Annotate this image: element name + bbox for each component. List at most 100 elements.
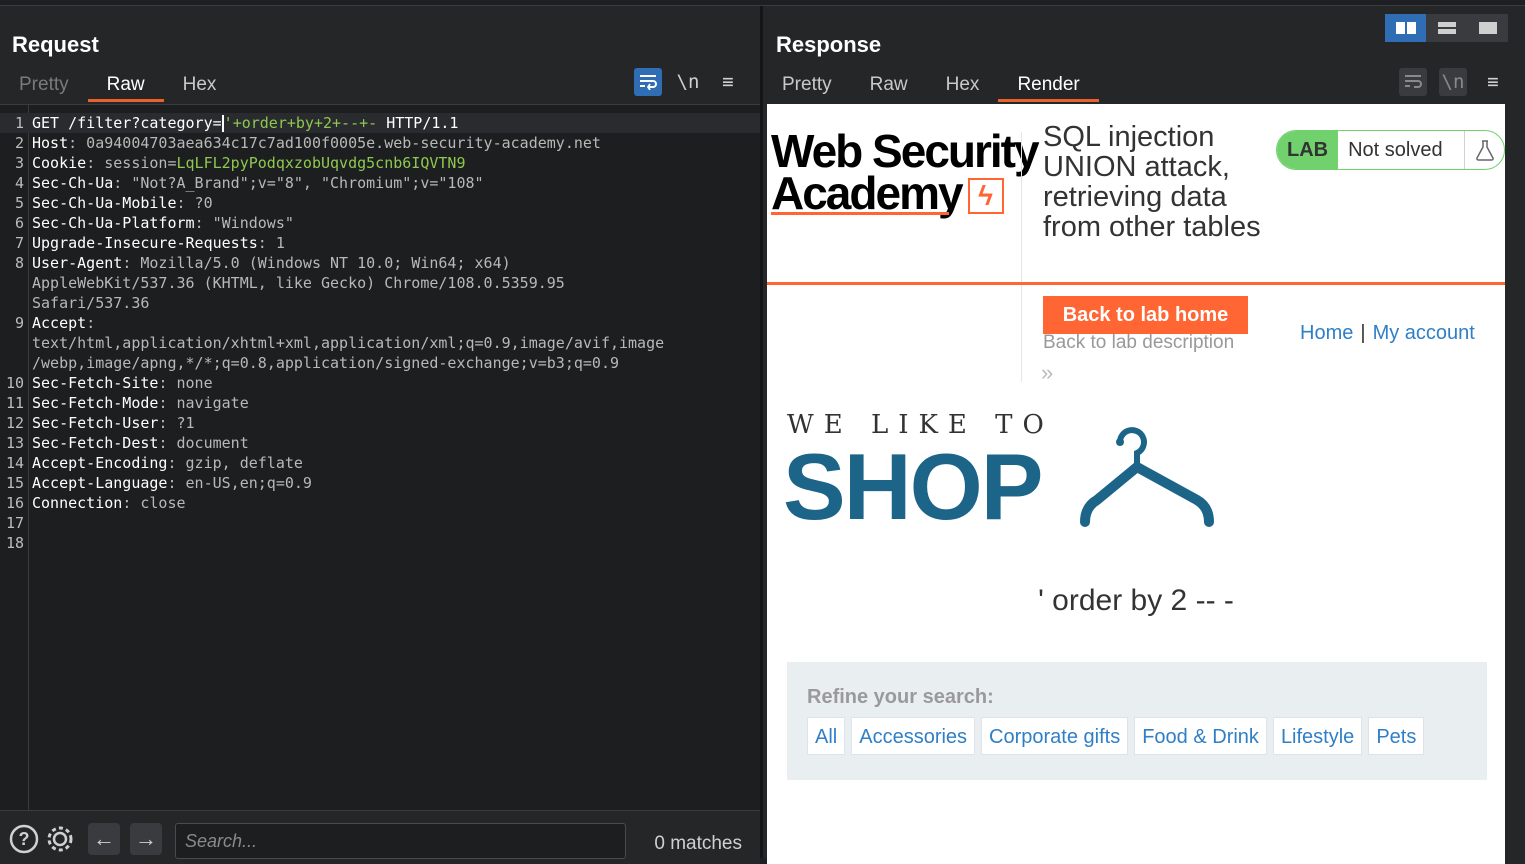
response-panel: Response Pretty Raw Hex Render \n ≡ Web …: [763, 6, 1525, 864]
request-line: 6 Sec-Ch-Ua-Platform: "Windows": [0, 213, 760, 233]
filter-lifestyle[interactable]: Lifestyle: [1272, 717, 1363, 755]
line-number: 13: [5, 434, 24, 452]
chevron-right-icon: »: [1041, 360, 1054, 385]
request-line: 8 User-Agent: Mozilla/5.0 (Windows NT 10.…: [0, 253, 760, 273]
lab-status-badge: LAB Not solved: [1276, 130, 1505, 170]
flask-icon: [1464, 131, 1504, 169]
line-number: 3: [14, 154, 24, 172]
header-value: : navigate: [158, 394, 249, 412]
refine-search-label: Refine your search:: [807, 686, 994, 708]
line-number: 14: [5, 454, 24, 472]
single-panel-layout-icon[interactable]: [1467, 14, 1508, 42]
help-icon[interactable]: ?: [8, 823, 40, 855]
stacked-layout-icon[interactable]: [1426, 14, 1467, 42]
line-number: 16: [5, 494, 24, 512]
request-line: text/html,application/xhtml+xml,applicat…: [0, 333, 760, 353]
tab-hex[interactable]: Hex: [164, 68, 236, 102]
line-number: 2: [14, 134, 24, 152]
filter-pets[interactable]: Pets: [1368, 717, 1425, 755]
tab-pretty[interactable]: Pretty: [763, 68, 851, 102]
filter-all[interactable]: All: [807, 717, 846, 755]
request-line: 14 Accept-Encoding: gzip, deflate: [0, 453, 760, 473]
cookie-value: LqLFL2pyPodqxzobUqvdg5cnb6IQVTN9: [176, 154, 466, 172]
header-name: Accept: [32, 314, 87, 332]
response-toolbar: \n ≡: [1399, 68, 1507, 96]
menu-icon[interactable]: ≡: [1479, 68, 1507, 96]
header-value: AppleWebKit/537.36 (KHTML, like Gecko) C…: [32, 274, 565, 292]
header-value: Safari/537.36: [32, 294, 150, 312]
header-value: /webp,image/apng,*/*;q=0.8,application/s…: [32, 354, 619, 372]
line-number: 1: [14, 114, 24, 132]
line-content: Accept-Language: en-US,en;q=0.9: [32, 473, 312, 493]
lab-status-text: Not solved: [1348, 138, 1443, 161]
header-name: Sec-Ch-Ua: [32, 174, 114, 192]
filter-corporate-gifts[interactable]: Corporate gifts: [981, 717, 1129, 755]
tab-raw[interactable]: Raw: [851, 68, 927, 102]
header-value: text/html,application/xhtml+xml,applicat…: [32, 334, 665, 352]
header-value: : session=: [86, 154, 177, 172]
header-separator: [1021, 132, 1022, 382]
header-name: Sec-Ch-Ua-Platform: [32, 214, 195, 232]
header-name: Host: [32, 134, 69, 152]
header-name: Sec-Ch-Ua-Mobile: [32, 194, 177, 212]
request-line: 13 Sec-Fetch-Dest: document: [0, 433, 760, 453]
filter-accessories[interactable]: Accessories: [851, 717, 976, 755]
settings-gear-icon[interactable]: [44, 823, 76, 855]
side-by-side-layout-icon[interactable]: [1385, 14, 1426, 42]
request-line: 15 Accept-Language: en-US,en;q=0.9: [0, 473, 760, 493]
filter-food-drink[interactable]: Food & Drink: [1134, 717, 1267, 755]
request-toolbar: \n ≡: [634, 68, 742, 96]
tab-pretty[interactable]: Pretty: [0, 68, 88, 102]
layout-switcher: [1385, 14, 1508, 42]
header-value: : "Windows": [194, 214, 294, 232]
request-line: 18: [0, 533, 760, 553]
nav-home-link[interactable]: Home: [1300, 322, 1353, 344]
request-line: 2 Host: 0a94004703aea634c17c7ad100f0005e.…: [0, 133, 760, 153]
lab-label: LAB: [1277, 131, 1339, 169]
header-name: HTTP/1.1: [377, 114, 459, 132]
request-line: 11 Sec-Fetch-Mode: navigate: [0, 393, 760, 413]
line-content: GET /filter?category= '+order+by+2+--+- H…: [32, 113, 458, 133]
header-name: GET /filter?category=: [32, 114, 222, 132]
line-number: 11: [5, 394, 24, 412]
request-line: 5 Sec-Ch-Ua-Mobile: ?0: [0, 193, 760, 213]
request-panel: Request Pretty Raw Hex \n ≡ 1 GET /filter…: [0, 6, 760, 864]
back-to-lab-description-link[interactable]: Back to lab description: [1043, 332, 1234, 354]
tab-raw[interactable]: Raw: [87, 68, 164, 102]
nav-my-account-link[interactable]: My account: [1373, 322, 1475, 344]
response-scrollbar[interactable]: [1505, 104, 1525, 864]
line-content: /webp,image/apng,*/*;q=0.8,application/s…: [32, 353, 619, 373]
rendered-page: Web Security Academy ϟ SQL injection UNIO…: [767, 104, 1505, 864]
header-value: : 1: [257, 234, 285, 252]
line-content: Sec-Fetch-Mode: navigate: [32, 393, 249, 413]
header-name: Accept-Encoding: [32, 454, 168, 472]
header-name: Sec-Fetch-Site: [32, 374, 159, 392]
line-content: Sec-Fetch-Dest: document: [32, 433, 249, 453]
tab-hex[interactable]: Hex: [927, 68, 999, 102]
search-match-count: 0 matches: [654, 833, 742, 854]
header-name: Upgrade-Insecure-Requests: [32, 234, 258, 252]
tab-render[interactable]: Render: [998, 68, 1100, 102]
back-to-lab-home-button[interactable]: Back to lab home: [1043, 296, 1248, 334]
show-newlines-icon[interactable]: \n: [674, 68, 702, 96]
request-title: Request: [12, 32, 99, 57]
site-nav: Home | My account: [1300, 322, 1475, 345]
wrap-lines-icon[interactable]: [634, 68, 662, 96]
show-newlines-icon: \n: [1439, 68, 1467, 96]
header-value: : none: [158, 374, 213, 392]
header-name: Sec-Fetch-User: [32, 414, 159, 432]
header-value: : en-US,en;q=0.9: [167, 474, 312, 492]
search-previous-arrow-icon[interactable]: ←: [88, 823, 120, 855]
search-next-arrow-icon[interactable]: →: [130, 823, 162, 855]
line-number: 5: [14, 194, 24, 212]
nav-separator: |: [1360, 322, 1366, 344]
search-input[interactable]: Search...: [175, 823, 626, 859]
request-editor[interactable]: 1 GET /filter?category= '+order+by+2+--+- …: [0, 104, 760, 810]
line-number: 15: [5, 474, 24, 492]
line-content: text/html,application/xhtml+xml,applicat…: [32, 333, 664, 353]
header-rule: [767, 282, 1505, 285]
menu-icon[interactable]: ≡: [714, 68, 742, 96]
line-number: 12: [5, 414, 24, 432]
header-value: :: [86, 314, 96, 332]
header-value: : ?0: [176, 194, 213, 212]
